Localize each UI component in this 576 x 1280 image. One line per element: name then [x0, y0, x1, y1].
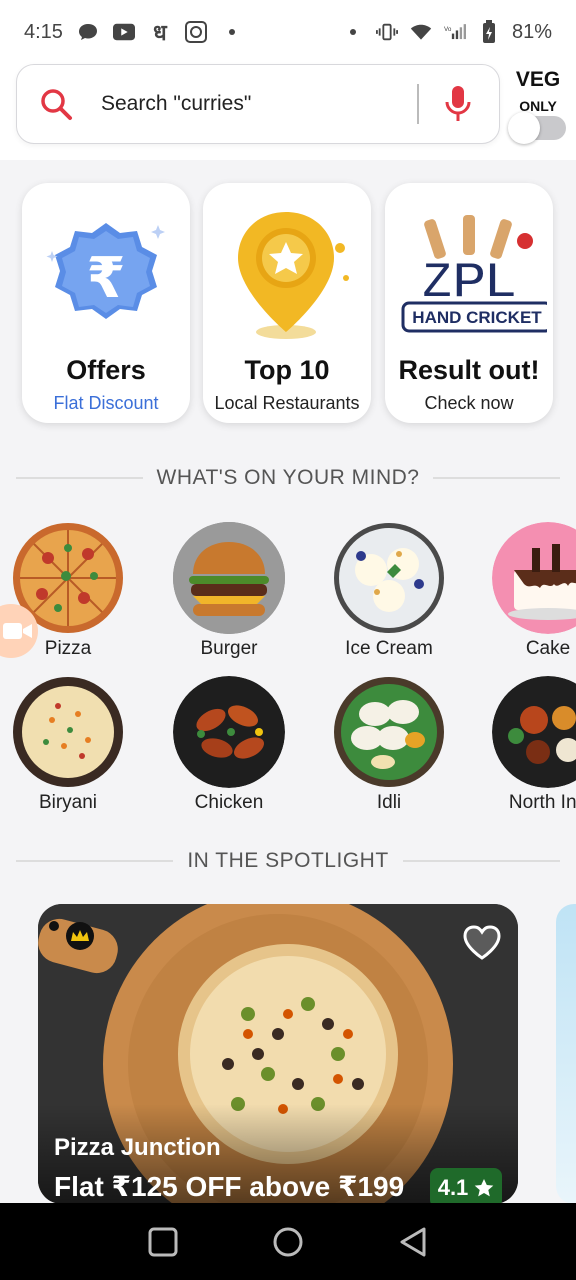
- zpl-logo-subtext: HAND CRICKET: [412, 308, 542, 327]
- veg-switch-knob: [508, 112, 540, 144]
- dot-icon: [221, 21, 243, 43]
- north-indian-image: [492, 676, 576, 788]
- dot-icon: [342, 21, 364, 43]
- card-title: Result out!: [398, 355, 540, 385]
- search-divider: [417, 84, 419, 124]
- star-pin-icon: [203, 201, 371, 351]
- chicken-image: [173, 676, 285, 788]
- biryani-image: [12, 676, 124, 788]
- restaurant-name: Pizza Junction: [54, 1134, 221, 1161]
- rating-badge: 4.1: [430, 1168, 502, 1204]
- recents-button[interactable]: [143, 1222, 183, 1262]
- category-label: Ice Cream: [345, 638, 433, 659]
- mic-icon[interactable]: [443, 84, 473, 124]
- category-label: Burger: [200, 638, 258, 659]
- zpl-cricket-logo: ZPL HAND CRICKET: [385, 201, 553, 351]
- veg-switch[interactable]: [508, 112, 566, 144]
- spotlight-card-next[interactable]: [556, 904, 576, 1204]
- category-biryani[interactable]: Biryani: [0, 676, 138, 814]
- card-title: Top 10: [244, 355, 330, 385]
- category-label: North Ind: [508, 792, 576, 813]
- promo-cards: ₹ Offers Flat Discount Top 10 Local Rest…: [22, 183, 562, 425]
- category-idli[interactable]: Idli: [319, 676, 459, 814]
- rupee-badge-icon: ₹: [22, 201, 190, 351]
- category-chicken[interactable]: Chicken: [159, 676, 299, 814]
- card-offers[interactable]: ₹ Offers Flat Discount: [22, 183, 190, 423]
- card-subtitle: Local Restaurants: [214, 393, 360, 413]
- card-zpl[interactable]: ZPL HAND CRICKET Result out! Check now: [385, 183, 553, 423]
- signal-icon: Vo: [444, 21, 466, 43]
- vibrate-icon: [375, 21, 398, 43]
- spotlight-card[interactable]: Pizza Junction Flat ₹125 OFF above ₹199 …: [38, 904, 518, 1204]
- category-label: Biryani: [38, 792, 98, 813]
- search-bar[interactable]: Search "curries": [16, 64, 500, 144]
- crown-icon: [49, 921, 94, 950]
- rating-value: 4.1: [437, 1175, 469, 1200]
- section-title: IN THE SPOTLIGHT: [187, 849, 389, 872]
- battery-icon: [478, 20, 500, 43]
- burger-image: [173, 522, 285, 634]
- veg-label: VEG: [515, 68, 561, 91]
- card-top10[interactable]: Top 10 Local Restaurants: [203, 183, 371, 423]
- home-button[interactable]: [268, 1222, 308, 1262]
- wifi-icon: [410, 21, 432, 43]
- star-icon: [474, 1179, 494, 1197]
- category-north-indian[interactable]: North Ind: [478, 676, 576, 814]
- svg-text:₹: ₹: [87, 246, 126, 311]
- veg-only-label: ONLY: [519, 98, 557, 114]
- status-bar: 4:15 ध Vo 81%: [0, 0, 576, 64]
- ice-cream-image: [333, 522, 445, 634]
- zpl-logo-text: ZPL: [422, 252, 516, 308]
- svg-text:Vo: Vo: [444, 26, 452, 33]
- section-title: WHAT'S ON YOUR MIND?: [156, 466, 420, 489]
- youtube-icon: [112, 21, 135, 43]
- section-spotlight-header: IN THE SPOTLIGHT: [16, 846, 560, 876]
- category-label: Chicken: [194, 792, 264, 813]
- header: Search "curries" VEG ONLY: [0, 64, 576, 160]
- card-title: Offers: [66, 355, 146, 385]
- video-camera-icon: [3, 623, 32, 639]
- cake-image: [492, 522, 576, 634]
- idli-image: [333, 676, 445, 788]
- category-label: Cake: [525, 638, 571, 659]
- category-label: Idli: [376, 792, 402, 813]
- chat-bubble-icon: [77, 21, 99, 43]
- section-mind-header: WHAT'S ON YOUR MIND?: [16, 463, 561, 493]
- search-icon[interactable]: [39, 87, 73, 121]
- card-subtitle: Check now: [424, 393, 514, 413]
- status-time: 4:15: [24, 20, 63, 43]
- back-button[interactable]: [393, 1222, 433, 1262]
- category-burger[interactable]: Burger: [159, 522, 299, 660]
- category-ice-cream[interactable]: Ice Cream: [319, 522, 459, 660]
- card-subtitle: Flat Discount: [53, 393, 159, 413]
- home-icon: [273, 1227, 303, 1256]
- search-input[interactable]: Search "curries": [101, 92, 417, 116]
- recents-icon: [148, 1227, 178, 1256]
- veg-only-toggle[interactable]: VEG ONLY: [506, 68, 570, 144]
- heart-icon[interactable]: [462, 924, 502, 960]
- back-icon: [400, 1227, 426, 1256]
- app-badge-icon: [184, 21, 207, 43]
- restaurant-offer: Flat ₹125 OFF above ₹199: [54, 1171, 405, 1202]
- hindi-char-icon: ध: [153, 20, 167, 45]
- category-cake[interactable]: Cake: [478, 522, 576, 660]
- battery-percent: 81%: [511, 20, 552, 43]
- system-nav-bar: [0, 1203, 576, 1280]
